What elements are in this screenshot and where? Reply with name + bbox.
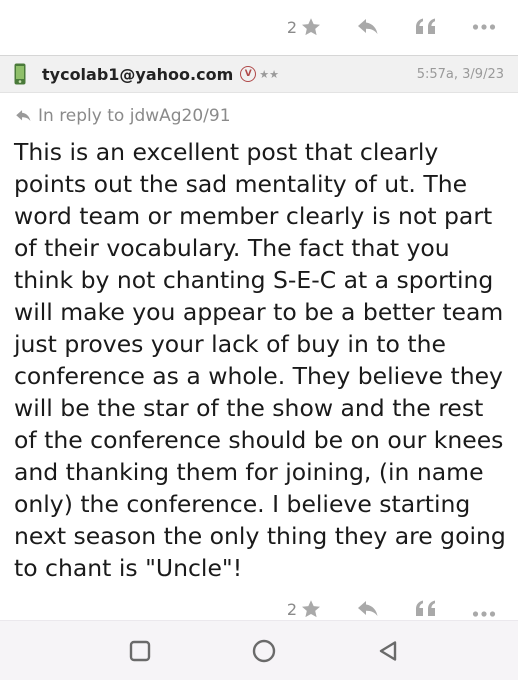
triangle-back-icon bbox=[376, 639, 400, 663]
star-icon bbox=[300, 16, 322, 38]
reply-button[interactable] bbox=[356, 16, 380, 38]
back-button[interactable] bbox=[374, 637, 402, 665]
more-dots-icon bbox=[472, 23, 496, 31]
quote-icon bbox=[414, 16, 438, 38]
rating-stars: ★★ bbox=[259, 67, 279, 81]
more-button[interactable] bbox=[472, 23, 496, 31]
home-button[interactable] bbox=[250, 637, 278, 665]
quote-icon bbox=[414, 598, 438, 620]
recent-apps-button[interactable] bbox=[126, 637, 154, 665]
rec-button-bottom[interactable]: 2 bbox=[287, 598, 322, 620]
reply-arrow-icon bbox=[356, 16, 380, 38]
top-action-bar: 2 bbox=[0, 0, 518, 54]
reply-button-bottom[interactable] bbox=[356, 598, 380, 620]
timestamp: 5:57a, 3/9/23 bbox=[416, 66, 504, 82]
more-dots-icon bbox=[472, 610, 496, 618]
circle-home-icon bbox=[251, 638, 277, 664]
reply-arrow-icon bbox=[14, 108, 33, 124]
reply-to-text: In reply to jdwAg20/91 bbox=[38, 106, 231, 126]
in-reply-to-link[interactable]: In reply to jdwAg20/91 bbox=[14, 106, 231, 126]
more-button-bottom[interactable] bbox=[472, 610, 496, 618]
message-header: tycolab1@yahoo.com V ★★ 5:57a, 3/9/23 bbox=[0, 55, 518, 93]
rec-count: 2 bbox=[286, 17, 297, 37]
rec-button[interactable]: 2 bbox=[287, 16, 322, 38]
bottom-action-bar: 2 bbox=[0, 598, 518, 620]
square-recents-icon bbox=[128, 639, 152, 663]
reply-arrow-icon bbox=[356, 598, 380, 620]
quote-button[interactable] bbox=[414, 16, 438, 38]
message-body: This is an excellent post that clearly p… bbox=[14, 138, 506, 582]
rec-count-bottom: 2 bbox=[286, 599, 297, 619]
author-link[interactable]: tycolab1@yahoo.com bbox=[42, 65, 233, 84]
mobile-phone-icon bbox=[14, 63, 26, 85]
quote-button-bottom[interactable] bbox=[414, 598, 438, 620]
verified-badge: V bbox=[240, 66, 257, 82]
system-nav-bar bbox=[0, 620, 518, 680]
star-icon bbox=[300, 598, 322, 620]
